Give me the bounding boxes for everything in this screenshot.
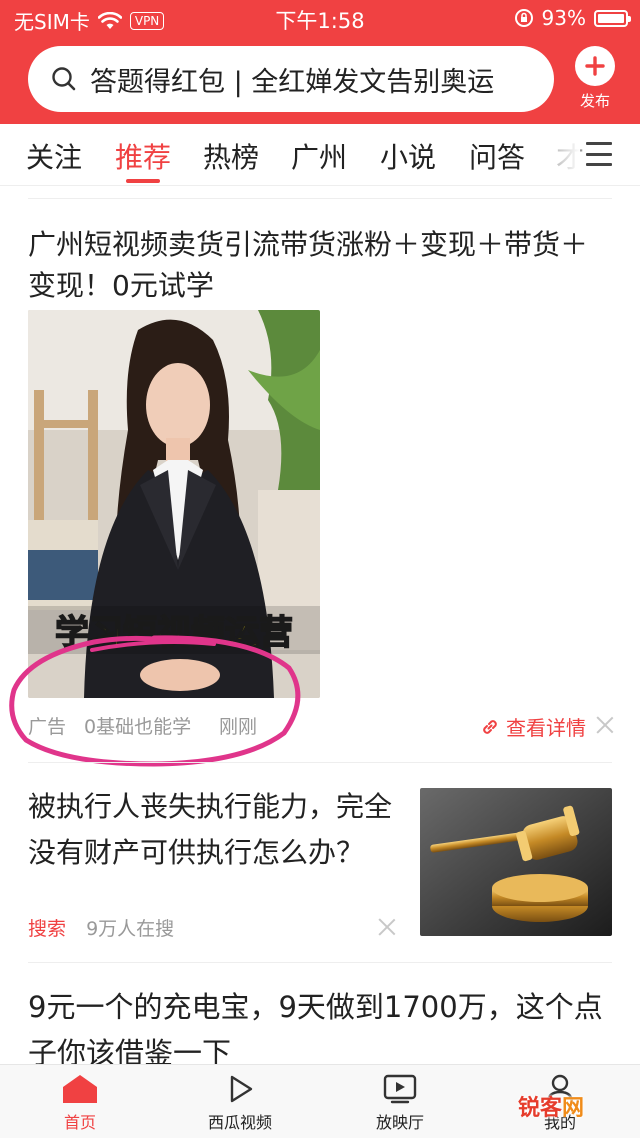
play-icon (230, 1075, 253, 1103)
highlight-circle-annotation (9, 635, 301, 767)
nav-xigua-label: 西瓜视频 (207, 1113, 272, 1132)
orientation-lock-icon (514, 9, 533, 27)
nav-home[interactable]: 首页 (20, 1073, 140, 1133)
top-header: 无SIM卡 VPN 下午1:58 93% 答题得红包 | 全红婵发文告别奥运 发… (0, 0, 640, 124)
active-tab-indicator (126, 179, 160, 183)
plus-icon (575, 46, 615, 86)
tab-qa[interactable]: 问答 (469, 136, 525, 176)
divider (28, 962, 612, 963)
news-thumbnail-gavel[interactable] (420, 788, 612, 936)
search-count: 9万人在搜 (86, 918, 175, 940)
nav-theater[interactable]: 放映厅 (340, 1073, 460, 1133)
search-icon (52, 67, 76, 91)
news-title[interactable]: 9元一个的充电宝，9天做到1700万，这个点子你该借鉴一下 (28, 984, 612, 1076)
site-watermark: 锐客网 (518, 1096, 585, 1121)
channel-tabs: 关注 推荐 热榜 广州 小说 问答 才 (0, 124, 640, 186)
dismiss-news-icon[interactable] (378, 918, 396, 936)
tab-guangzhou[interactable]: 广州 (291, 136, 347, 176)
publish-label: 发布 (579, 92, 610, 110)
home-icon (63, 1075, 97, 1103)
link-icon (483, 719, 497, 734)
view-details-link[interactable]: 查看详情 (480, 712, 586, 741)
battery-icon (594, 9, 631, 27)
status-bar: 无SIM卡 VPN 下午1:58 93% (0, 0, 640, 36)
nav-theater-label: 放映厅 (375, 1113, 424, 1132)
tab-hot-list[interactable]: 热榜 (203, 136, 259, 176)
search-tag[interactable]: 搜索 (28, 918, 66, 940)
tabs-fade (540, 124, 580, 184)
channel-menu-icon[interactable] (586, 142, 612, 166)
nav-home-label: 首页 (63, 1113, 96, 1132)
tv-icon (383, 1074, 417, 1104)
tab-novel[interactable]: 小说 (380, 136, 436, 176)
search-bar[interactable]: 答题得红包 | 全红婵发文告别奥运 (28, 46, 554, 112)
news-meta: 搜索 9万人在搜 (28, 914, 174, 941)
tab-follow[interactable]: 关注 (26, 136, 82, 176)
view-details-label: 查看详情 (506, 716, 586, 740)
search-suggestion-text: 答题得红包 | 全红婵发文告别奥运 (90, 66, 495, 98)
nav-xigua-video[interactable]: 西瓜视频 (180, 1073, 300, 1133)
publish-button[interactable]: 发布 (570, 46, 620, 112)
news-title[interactable]: 被执行人丧失执行能力，完全没有财产可供执行怎么办？ (28, 784, 408, 876)
dismiss-ad-icon[interactable] (596, 716, 614, 734)
ad-title[interactable]: 广州短视频卖货引流带货涨粉＋变现＋带货＋变现！0元试学 (28, 224, 598, 306)
divider (28, 198, 612, 199)
tab-recommend[interactable]: 推荐 (115, 136, 171, 176)
battery-percent: 93% (541, 6, 586, 30)
divider (28, 762, 612, 763)
